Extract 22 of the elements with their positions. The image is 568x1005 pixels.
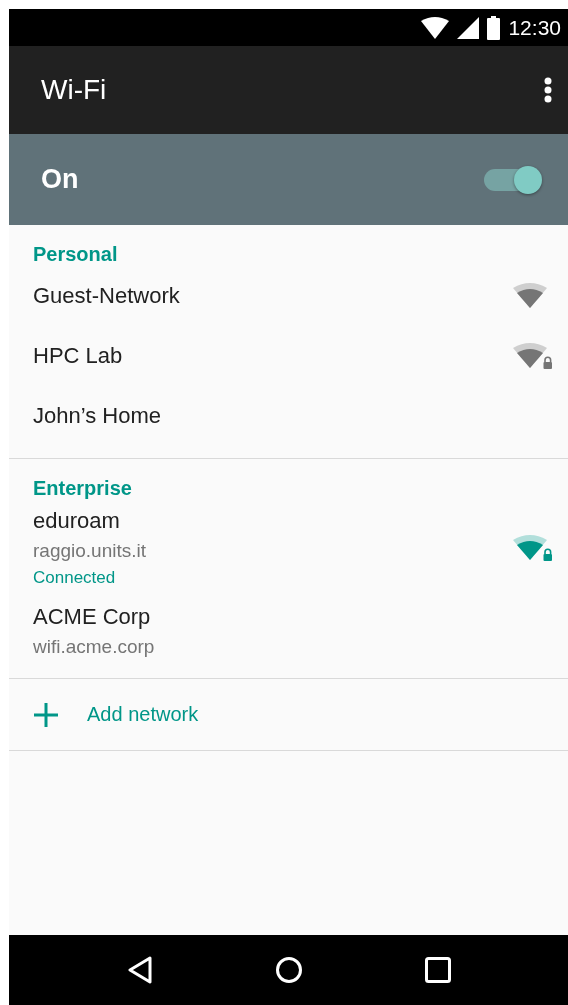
wifi-state-label: On (41, 164, 80, 195)
network-name[interactable]: John’s Home (33, 403, 552, 429)
connection-status: Connected (33, 568, 117, 588)
screen-title: Wi-Fi (41, 74, 108, 106)
network-name[interactable]: ACME Corp (33, 604, 552, 630)
section-header: Personal (32, 242, 119, 266)
plus-icon[interactable] (33, 701, 59, 728)
more-options-icon[interactable] (544, 77, 552, 103)
network-name[interactable]: HPC Lab (33, 343, 512, 369)
network-domain: raggio.units.it (33, 540, 147, 562)
home-icon[interactable] (274, 956, 303, 984)
back-icon[interactable] (126, 956, 153, 984)
add-network-link[interactable]: Add network (87, 703, 199, 726)
clock-time: 12:30 (508, 15, 561, 40)
signal-icon (457, 16, 480, 39)
wifi-icon (421, 16, 450, 39)
section-header: Enterprise (32, 476, 133, 500)
network-name[interactable]: eduroam (33, 508, 512, 534)
battery-icon (487, 15, 501, 40)
network-name[interactable]: Guest-Network (33, 283, 512, 309)
network-domain: wifi.acme.corp (33, 636, 156, 658)
recents-icon[interactable] (424, 957, 451, 983)
